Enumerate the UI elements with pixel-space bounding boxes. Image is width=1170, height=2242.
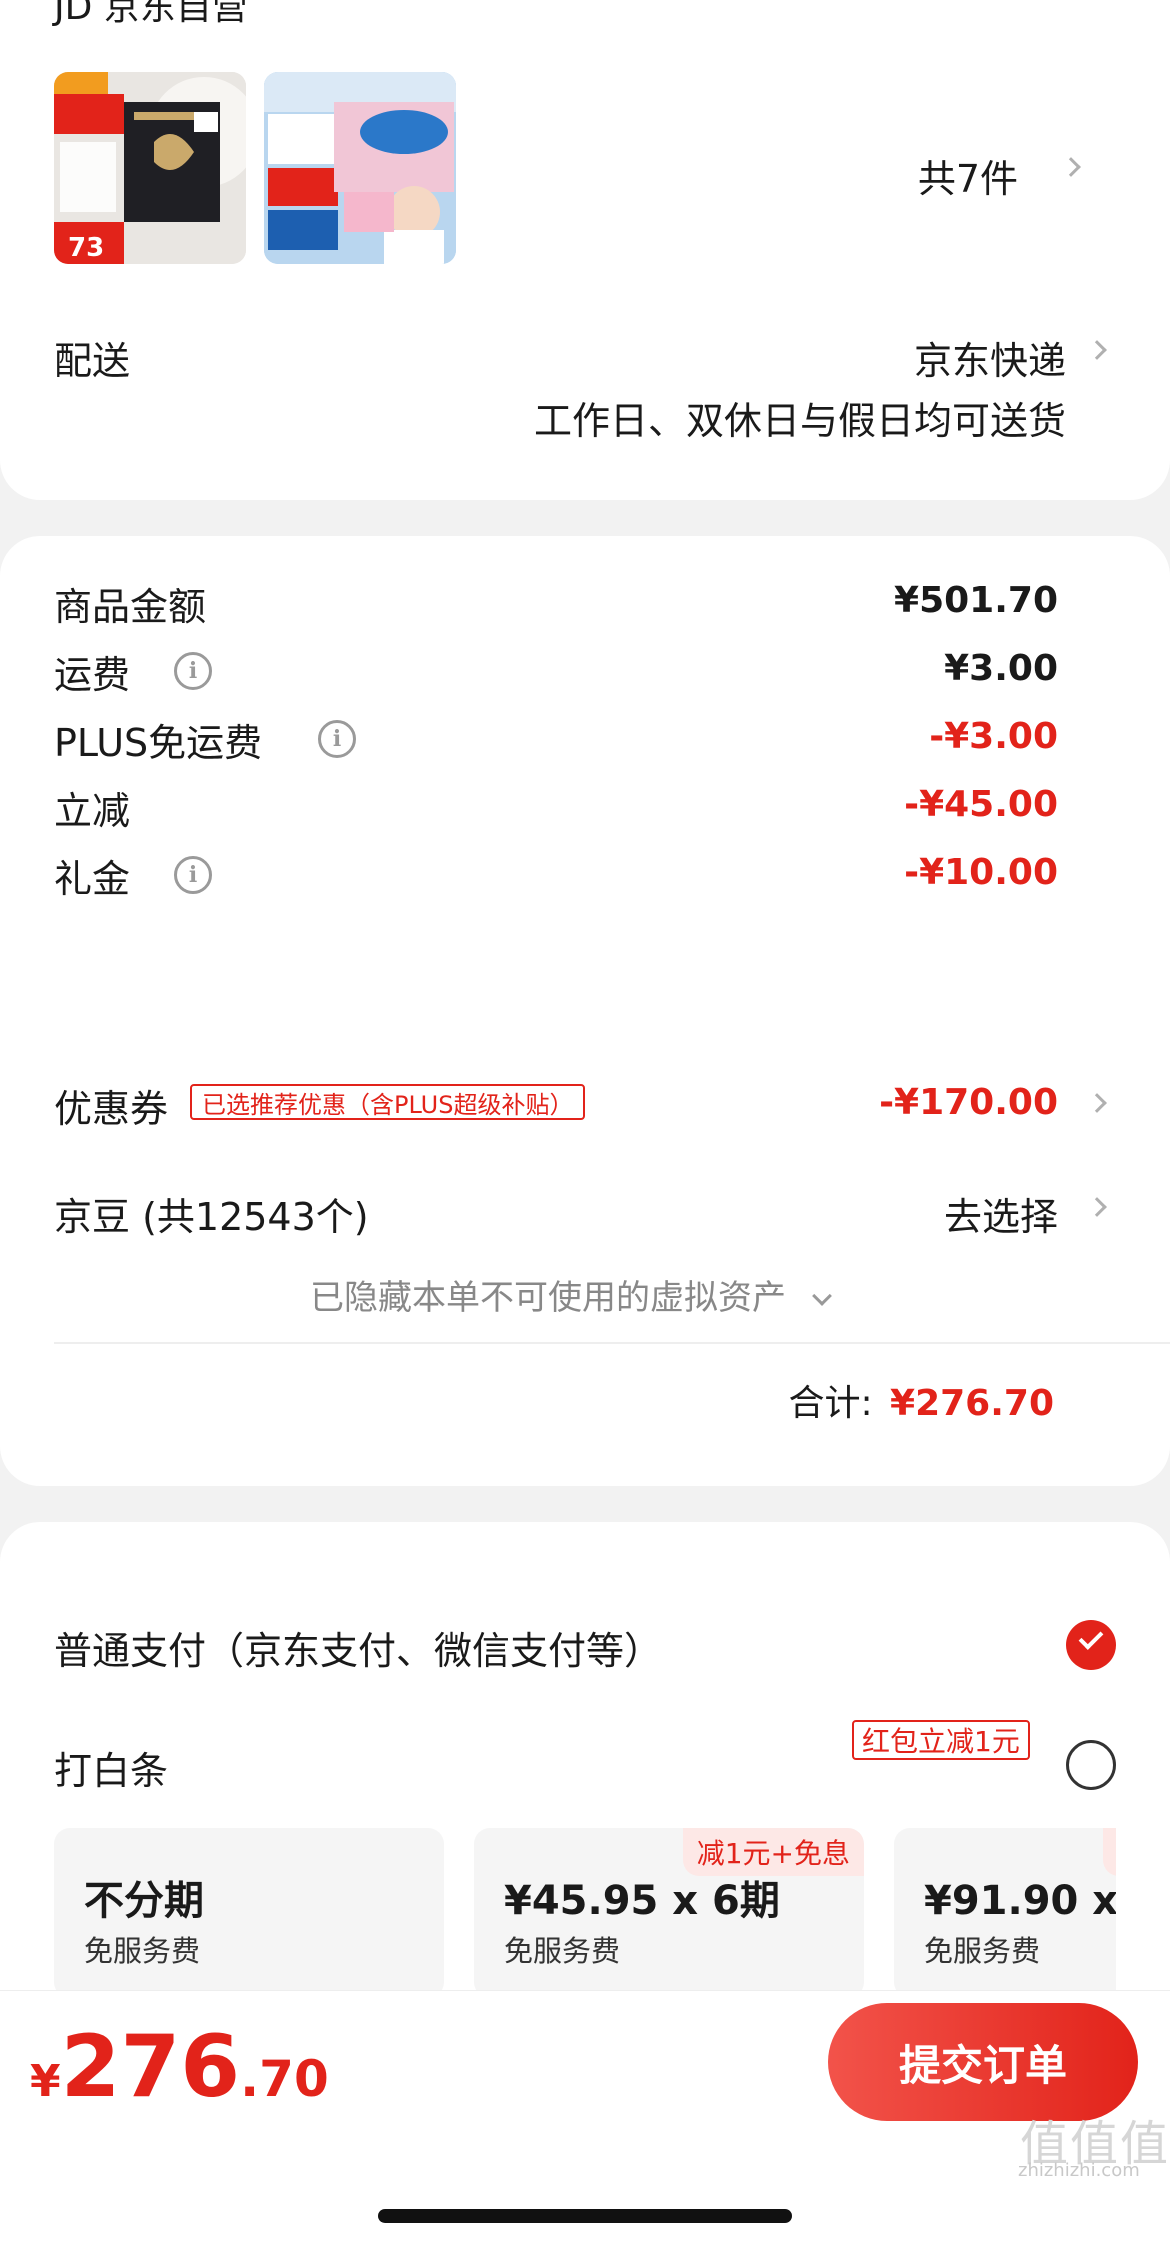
diaper-product-thumb[interactable]: 73 — [54, 72, 246, 264]
installment-plan-card[interactable]: 不分期 免服务费 — [54, 1828, 444, 1998]
item-count-chevron-icon — [1061, 157, 1081, 177]
watermark-text: zhizhizhi.com — [1018, 2160, 1140, 2181]
baitiao-radio[interactable] — [1066, 1740, 1116, 1790]
plan-fee-note: 免服务费 — [924, 1934, 1041, 1968]
normal-payment-label[interactable]: 普通支付（京东支付、微信支付等） — [54, 1620, 662, 1675]
delivery-chevron-icon — [1087, 340, 1107, 360]
baitiao-promo-tag: 红包立减1元 — [852, 1720, 1030, 1760]
home-indicator — [378, 2209, 792, 2223]
amount-row-label: 商品金额 — [54, 585, 207, 629]
hidden-assets-note: 已隐藏本单不可使用的虚拟资产 — [310, 1278, 786, 1318]
installment-plan-card[interactable]: 减1元+免息¥91.90 x 3期免服务费 — [894, 1828, 1116, 1998]
coupon-tag: 已选推荐优惠（含PLUS超级补贴） — [190, 1084, 586, 1120]
delivery-label: 配送 — [54, 339, 131, 383]
amount-row-label: 礼金 — [54, 857, 131, 901]
total-label: 合计: — [788, 1383, 873, 1424]
payment-card: 普通支付（京东支付、微信支付等） 打白条 红包立减1元 不分期 免服务费 减1元+免… — [0, 1522, 1170, 2002]
price-decimal: .70 — [240, 2050, 329, 2108]
amount-row-value: -¥45.00 — [904, 784, 1058, 825]
coupon-chevron-icon — [1087, 1093, 1107, 1113]
plan-title: ¥91.90 x 3期 — [924, 1878, 1116, 1924]
svg-text:73: 73 — [68, 233, 104, 263]
info-icon[interactable]: i — [174, 856, 212, 894]
item-count[interactable]: 共7件 — [918, 148, 1018, 203]
plan-fee-note: 免服务费 — [84, 1934, 201, 1968]
baitiao-label[interactable]: 打白条 — [54, 1740, 168, 1795]
amount-row-label: 运费 — [54, 653, 131, 697]
delivery-method[interactable]: 京东快递 — [914, 330, 1066, 385]
jingdou-label: 京豆 (共12543个) — [54, 1195, 369, 1239]
info-icon[interactable]: i — [318, 720, 356, 758]
amount-row-value: -¥3.00 — [929, 716, 1058, 757]
plan-title: 不分期 — [84, 1878, 204, 1924]
hidden-assets-toggle[interactable]: 已隐藏本单不可使用的虚拟资产 — [310, 1270, 832, 1319]
amount-row-label: PLUS免运费 — [54, 721, 263, 765]
plan-title: ¥45.95 x 6期 — [504, 1878, 780, 1924]
diaper-product-image: 73 — [54, 72, 246, 264]
payment-options: 普通支付（京东支付、微信支付等） 打白条 红包立减1元 不分期 免服务费 减1元+免… — [0, 1522, 1116, 2002]
delivery-note: 工作日、双休日与假日均可送货 — [533, 399, 1066, 443]
price-integer: 276 — [60, 2017, 241, 2117]
bottom-total-price: ¥276.70 — [30, 2017, 329, 2117]
store-header: JD 京东自营 — [54, 0, 248, 28]
total-divider — [54, 1342, 1170, 1344]
total-value: ¥276.70 — [890, 1383, 1054, 1424]
amount-row-label: 立减 — [54, 789, 131, 833]
jingdou-select[interactable]: 去选择 — [944, 1186, 1058, 1241]
jingdou-chevron-icon — [1087, 1197, 1107, 1217]
coupon-label: 优惠券 — [54, 1087, 169, 1131]
tissue-product-thumb[interactable] — [264, 72, 456, 264]
store-card: JD 京东自营 73 共7件 配送 京东快递 工作日、双休日与假日均可送货 — [0, 0, 1170, 500]
price-symbol: ¥ — [30, 2056, 61, 2107]
tissue-product-image — [264, 72, 456, 264]
installment-plan-card[interactable]: 减1元+免息 ¥45.95 x 6期 免服务费 — [474, 1828, 864, 1998]
info-icon[interactable]: i — [174, 652, 212, 690]
plan-fee-note: 免服务费 — [504, 1934, 621, 1968]
amount-row-value: -¥10.00 — [904, 852, 1058, 893]
amount-summary-card: 商品金额 ¥501.70 运费 i ¥3.00 PLUS免运费 i -¥3.00 立减 -¥45.… — [0, 536, 1170, 1486]
check-icon — [1078, 1625, 1104, 1650]
normal-payment-radio[interactable] — [1066, 1620, 1116, 1670]
amount-row-value: ¥3.00 — [944, 648, 1058, 689]
amount-row-value: ¥501.70 — [894, 580, 1058, 621]
bottom-checkout-bar: ¥276.70 提交订单 — [0, 1990, 1170, 2242]
total-row: 合计: ¥276.70 — [788, 1374, 1054, 1426]
chevron-down-icon — [811, 1286, 832, 1306]
coupon-value[interactable]: -¥170.00 — [879, 1082, 1058, 1123]
